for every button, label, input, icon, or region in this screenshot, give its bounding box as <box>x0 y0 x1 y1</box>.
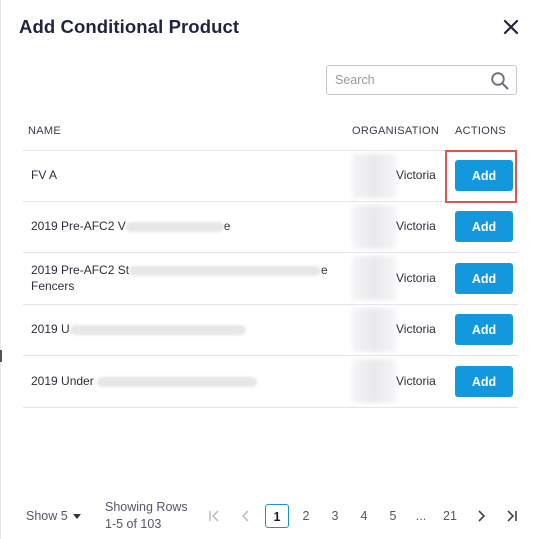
product-name: 2019 Under <box>31 373 336 389</box>
window-edge <box>0 0 1 539</box>
column-header-organisation: ORGANISATION <box>352 125 440 137</box>
dialog-title: Add Conditional Product <box>19 16 240 37</box>
product-name: 2019 Pre-AFC2 Ve <box>31 219 231 233</box>
row-divider <box>23 407 518 408</box>
page-size-select[interactable]: Show 5 <box>26 509 81 523</box>
product-name: FV A <box>31 168 58 182</box>
column-header-name: NAME <box>28 125 61 137</box>
page-ellipsis: ... <box>415 509 427 523</box>
table-row: 2019 U Victoria Add <box>23 305 518 356</box>
add-button[interactable]: Add <box>455 366 513 397</box>
dialog-header: Add Conditional Product <box>0 0 536 54</box>
search-icon[interactable] <box>490 71 510 91</box>
caret-down-icon <box>72 514 81 520</box>
column-header-actions: ACTIONS <box>455 125 506 137</box>
add-button-highlight <box>445 150 517 203</box>
product-name: 2019 Pre-AFC2 St e Fencers <box>31 263 328 293</box>
table-row: 2019 Pre-AFC2 St e Fencers Victoria Add <box>23 253 518 305</box>
first-page-icon[interactable] <box>204 504 224 528</box>
search-box <box>326 65 517 95</box>
organisation-name: Victoria <box>396 219 436 233</box>
close-icon[interactable] <box>499 15 523 39</box>
redacted-region <box>352 308 396 352</box>
next-page-icon[interactable] <box>471 504 491 528</box>
page-button-21[interactable]: 21 <box>438 504 462 528</box>
redacted-region <box>352 154 396 198</box>
add-button[interactable]: Add <box>455 263 513 294</box>
last-page-icon[interactable] <box>502 504 522 528</box>
organisation-name: Victoria <box>396 271 436 285</box>
redacted-text <box>125 221 224 232</box>
previous-page-icon[interactable] <box>236 504 256 528</box>
window-edge-mark <box>0 350 2 362</box>
redacted-text <box>97 376 258 387</box>
page-button-1[interactable]: 1 <box>265 504 289 528</box>
page-button-5[interactable]: 5 <box>383 504 403 528</box>
page-button-4[interactable]: 4 <box>354 504 374 528</box>
table-row: 2019 Pre-AFC2 Ve Victoria Add <box>23 202 518 253</box>
redacted-text <box>69 324 246 335</box>
organisation-name: Victoria <box>396 322 436 336</box>
add-button[interactable]: Add <box>455 211 513 242</box>
page-button-3[interactable]: 3 <box>325 504 345 528</box>
organisation-name: Victoria <box>396 374 436 388</box>
search-input[interactable] <box>335 71 480 89</box>
showing-rows-label: Showing Rows <box>105 500 188 514</box>
redacted-region <box>352 256 396 300</box>
add-button[interactable]: Add <box>455 314 513 345</box>
redacted-region <box>352 359 396 403</box>
page-button-2[interactable]: 2 <box>296 504 316 528</box>
table-row: 2019 Under Victoria Add <box>23 356 518 408</box>
pagination-footer: Show 5 Showing Rows 1-5 of 103 1 2 3 4 5… <box>0 495 536 539</box>
organisation-name: Victoria <box>396 168 436 182</box>
redacted-region <box>352 205 396 249</box>
table-row: FV A Victoria Add <box>23 151 518 202</box>
product-name: 2019 U <box>31 321 336 337</box>
showing-rows-range: 1-5 of 103 <box>105 517 162 531</box>
redacted-text <box>129 265 322 276</box>
